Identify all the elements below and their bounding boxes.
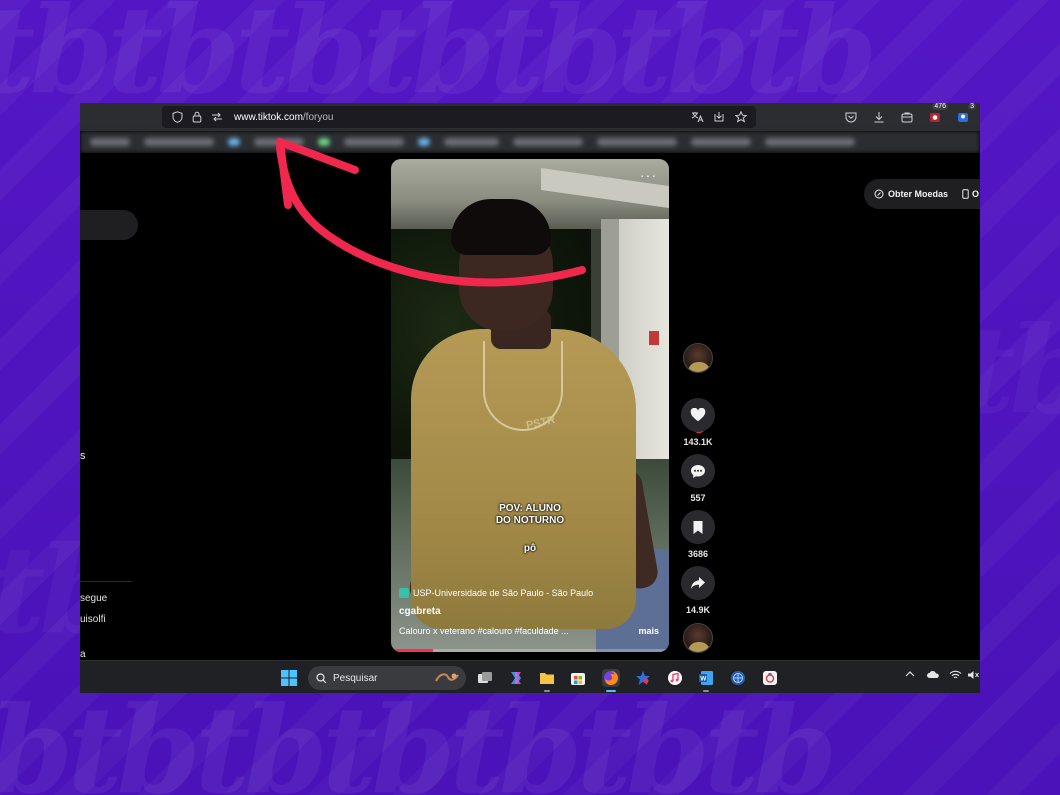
video-username[interactable]: cgabreta xyxy=(399,606,441,617)
bookmark-item[interactable] xyxy=(444,138,499,146)
file-explorer-icon[interactable] xyxy=(538,669,556,687)
task-view-icon[interactable] xyxy=(476,669,494,687)
profile-icon[interactable]: 3 xyxy=(952,103,976,128)
bookmarks-bar-blurred xyxy=(80,131,980,153)
coin-icon xyxy=(874,189,884,199)
save-count: 3686 xyxy=(687,549,709,559)
location-tag[interactable]: USP-Universidade de São Paulo - São Paul… xyxy=(399,586,593,600)
bookmark-item[interactable] xyxy=(691,138,751,146)
bookmark-item[interactable] xyxy=(228,138,240,146)
like-count: 143.1K xyxy=(683,437,713,447)
windows-start-icon[interactable] xyxy=(280,669,298,687)
profile-badge: 3 xyxy=(968,103,976,110)
url-path: /foryou xyxy=(302,111,334,123)
more-description-button[interactable]: mais xyxy=(638,626,659,636)
browser-toolbar: www.tiktok.com/foryou 476 3 xyxy=(80,103,980,131)
firefox-icon[interactable] xyxy=(602,669,620,687)
copilot-icon[interactable] xyxy=(507,669,525,687)
bookmark-star-icon[interactable] xyxy=(732,108,750,126)
sidebar-account-item[interactable]: uisolfi xyxy=(80,614,106,625)
bookmark-item[interactable] xyxy=(254,138,304,146)
extension-badge: 476 xyxy=(932,103,948,110)
get-coins-button[interactable]: Obter Moedas O xyxy=(864,179,980,209)
like-action[interactable]: 143.1K xyxy=(681,398,715,447)
bookmark-item[interactable] xyxy=(597,138,677,146)
capture-app-icon[interactable] xyxy=(761,669,779,687)
share-icon[interactable] xyxy=(681,566,715,600)
lock-icon[interactable] xyxy=(188,108,206,126)
star-app-icon[interactable] xyxy=(634,669,652,687)
active-indicator xyxy=(606,690,616,692)
heart-icon[interactable] xyxy=(681,398,715,432)
bookmark-icon[interactable] xyxy=(681,510,715,544)
bookmark-item[interactable] xyxy=(344,138,404,146)
tiktok-page: s segue uisolfi a Obter Moedas O PSTR ··… xyxy=(80,153,980,660)
sidebar-partial-text[interactable]: a xyxy=(80,649,86,660)
reader-icon[interactable] xyxy=(710,108,728,126)
onedrive-icon[interactable] xyxy=(926,670,940,682)
get-app-label: O xyxy=(972,189,980,199)
taskbar-search-placeholder: Pesquisar xyxy=(333,672,378,684)
video-caption-sub: pô xyxy=(523,543,537,554)
location-pin-icon xyxy=(399,588,409,598)
sidebar-partial-text[interactable]: s xyxy=(80,450,86,462)
video-player[interactable]: PSTR ··· POV: ALUNO DO NOTURNO pô USP-Un… xyxy=(391,159,669,652)
video-progress-fill xyxy=(391,649,433,652)
location-text: USP-Universidade de São Paulo - São Paul… xyxy=(413,588,594,598)
taskbar-search[interactable]: Pesquisar xyxy=(308,666,466,690)
running-indicator xyxy=(544,690,550,692)
itunes-icon[interactable] xyxy=(666,669,684,687)
globe-app-icon[interactable] xyxy=(729,669,747,687)
share-count: 14.9K xyxy=(685,605,711,615)
sidebar-following-label[interactable]: segue xyxy=(80,593,107,604)
url-text[interactable]: www.tiktok.com/foryou xyxy=(234,112,333,123)
translate-icon[interactable] xyxy=(688,108,706,126)
video-caption-line2: DO NOTURNO xyxy=(495,515,565,526)
url-host: www.tiktok.com xyxy=(234,111,303,123)
search-highlight-icon xyxy=(435,673,459,682)
phone-icon xyxy=(962,189,969,199)
wallet-icon[interactable] xyxy=(896,106,918,128)
save-action[interactable]: 3686 xyxy=(681,510,715,559)
video-caption-line1: POV: ALUNO xyxy=(499,503,561,514)
get-coins-label: Obter Moedas xyxy=(888,189,949,199)
creator-avatar[interactable] xyxy=(683,343,713,373)
comment-icon[interactable] xyxy=(681,454,715,488)
store-icon[interactable] xyxy=(569,669,587,687)
bookmark-item[interactable] xyxy=(765,138,855,146)
bookmark-item[interactable] xyxy=(318,138,330,146)
get-app-button[interactable]: O xyxy=(962,189,979,199)
watermark-pattern: tbtbtbtbtbtbtb xyxy=(0,680,837,795)
video-progress-bar[interactable] xyxy=(391,649,669,652)
video-description: Calouro x veterano #calouro #faculdade .… xyxy=(399,626,569,636)
running-indicator xyxy=(703,690,709,692)
wifi-icon[interactable] xyxy=(949,670,962,683)
video-more-menu[interactable]: ··· xyxy=(640,167,657,183)
windows-taskbar: Pesquisar W xyxy=(80,660,980,693)
comment-count: 557 xyxy=(690,493,706,503)
search-icon xyxy=(316,672,327,683)
permissions-icon[interactable] xyxy=(208,108,226,126)
extension-icon[interactable]: 476 xyxy=(924,103,948,128)
bookmark-item[interactable] xyxy=(144,138,214,146)
screenshot-window: www.tiktok.com/foryou 476 3 s segue uiso… xyxy=(80,103,980,693)
tray-chevron-icon[interactable] xyxy=(905,670,915,681)
video-person xyxy=(451,199,551,255)
address-bar[interactable]: www.tiktok.com/foryou xyxy=(162,106,756,128)
bookmark-item[interactable] xyxy=(513,138,583,146)
sidebar-divider xyxy=(80,581,132,582)
download-icon[interactable] xyxy=(868,106,890,128)
video-scene xyxy=(649,331,659,345)
bookmark-item[interactable] xyxy=(418,138,430,146)
share-action[interactable]: 14.9K xyxy=(681,566,715,615)
search-box[interactable] xyxy=(80,210,138,240)
svg-text:W: W xyxy=(700,676,707,683)
shield-icon[interactable] xyxy=(168,108,186,126)
sound-avatar[interactable] xyxy=(683,623,713,653)
volume-icon[interactable] xyxy=(967,670,979,683)
word-icon[interactable]: W xyxy=(697,669,715,687)
comment-action[interactable]: 557 xyxy=(681,454,715,503)
bookmark-item[interactable] xyxy=(90,138,130,146)
pocket-icon[interactable] xyxy=(840,106,862,128)
